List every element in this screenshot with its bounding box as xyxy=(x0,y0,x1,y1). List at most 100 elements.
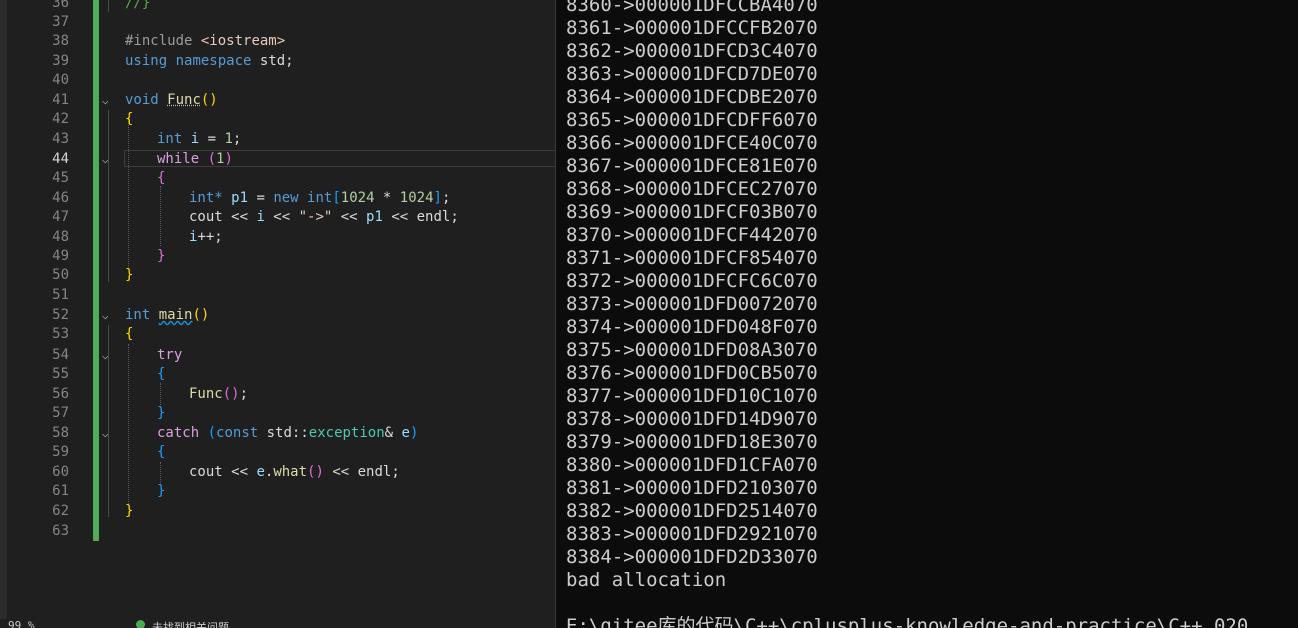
bracket: () xyxy=(192,307,210,323)
variable: p1 xyxy=(231,190,249,206)
code-line-43[interactable]: int i = 1; xyxy=(157,130,241,149)
line-number: 57 xyxy=(52,405,69,421)
variable: i xyxy=(256,209,265,225)
bracket: ( xyxy=(207,151,217,167)
console-output-line: 8383->000001DFD2921070 xyxy=(566,523,818,545)
identifier: std; xyxy=(259,53,294,69)
operator: << xyxy=(323,464,358,480)
fold-chevron-icon[interactable]: ⌵ xyxy=(102,91,109,110)
code-line-48[interactable]: i++; xyxy=(189,228,223,247)
operator: * xyxy=(374,190,400,206)
keyword: new xyxy=(273,190,299,206)
fold-chevron-icon[interactable]: ⌵ xyxy=(102,424,109,443)
code-line-49[interactable]: } xyxy=(157,247,165,266)
code-line-61[interactable]: } xyxy=(157,482,165,501)
line-number: 62 xyxy=(52,503,69,519)
code-line-58[interactable]: catch (const std::exception& e) xyxy=(157,424,418,443)
variable: e xyxy=(256,464,265,480)
console-output-line: 8381->000001DFD2103070 xyxy=(566,477,818,499)
console-output-line: 8382->000001DFD2514070 xyxy=(566,500,818,522)
editor-status-bar: 99 % 未找到相关问题 xyxy=(0,619,555,628)
console-output-line: 8376->000001DFD0CB5070 xyxy=(566,362,818,384)
code-line-45[interactable]: { xyxy=(157,169,165,188)
code-line-44[interactable]: while (1) xyxy=(157,150,233,169)
function-name: Func xyxy=(189,386,223,402)
line-number: 52 xyxy=(52,307,69,323)
indent-guide xyxy=(160,462,161,484)
punctuation: ; xyxy=(232,131,242,147)
code-line-50[interactable]: } xyxy=(125,266,133,285)
code-line-54[interactable]: try xyxy=(157,346,182,365)
code-line-39[interactable]: using namespace std; xyxy=(125,52,294,71)
issues-status-icon xyxy=(136,620,145,628)
code-line-60[interactable]: cout << e.what() << endl; xyxy=(189,463,400,482)
console-output-line: 8369->000001DFCF03B070 xyxy=(566,201,818,223)
line-number: 39 xyxy=(52,53,69,69)
indent-guide xyxy=(160,186,161,246)
fold-region-line xyxy=(108,0,109,12)
code-editor[interactable]: 36 37 38 39 40 41 42 43 44 45 46 47 48 49 50 51 52 53 54 55… xyxy=(0,0,555,628)
line-number: 49 xyxy=(52,248,69,264)
issues-status-text[interactable]: 未找到相关问题 xyxy=(152,619,229,628)
console-output-line: 8371->000001DFCF854070 xyxy=(566,247,818,269)
line-number: 54 xyxy=(52,347,69,363)
code-line-59[interactable]: { xyxy=(157,443,165,462)
number: 1 xyxy=(224,131,233,147)
console-output-line: 8380->000001DFD1CFA070 xyxy=(566,454,818,476)
line-number: 56 xyxy=(52,386,69,402)
code-line-47[interactable]: cout << i << "->" << p1 << endl; xyxy=(189,208,459,227)
operator: ++; xyxy=(197,229,223,245)
line-number: 41 xyxy=(52,92,69,108)
function-name: Func xyxy=(167,92,201,108)
console-output-line: E:\gitee库的代码\C++\cplusplus-knowledge-and… xyxy=(566,615,1249,628)
console-window[interactable]: 8360->000001DFCCBA4070 8361->000001DFCCFB… xyxy=(555,0,1298,628)
console-output-line: 8372->000001DFCFC6C070 xyxy=(566,270,818,292)
operator: :: xyxy=(291,425,309,441)
line-number: 50 xyxy=(52,267,69,283)
line-number: 40 xyxy=(52,72,69,88)
zoom-level[interactable]: 99 % xyxy=(8,619,35,628)
line-number: 44 xyxy=(52,151,69,167)
code-line-38[interactable]: #include <iostream> xyxy=(125,32,285,51)
number: 1024 xyxy=(340,190,375,206)
line-number: 37 xyxy=(52,14,69,30)
bracket: () xyxy=(222,386,240,402)
keyword: int* xyxy=(189,190,223,206)
code-line-62[interactable]: } xyxy=(125,502,133,521)
punctuation: ; xyxy=(239,386,249,402)
console-output-line: 8373->000001DFD0072070 xyxy=(566,293,818,315)
code-line-53[interactable]: { xyxy=(125,325,133,344)
code-line-42[interactable]: { xyxy=(125,110,133,129)
line-number: 43 xyxy=(52,131,69,147)
fold-chevron-icon[interactable]: ⌵ xyxy=(102,306,109,325)
fold-chevron-icon[interactable]: ⌵ xyxy=(102,346,109,365)
code-line-56[interactable]: Func(); xyxy=(189,385,248,404)
operator: << xyxy=(222,209,257,225)
code-line-57[interactable]: } xyxy=(157,404,165,423)
console-output-line: 8365->000001DFCDFF6070 xyxy=(566,109,818,131)
line-number: 63 xyxy=(52,523,69,539)
keyword: while xyxy=(157,151,200,167)
code-line-36[interactable]: //} xyxy=(125,0,150,13)
code-line-55[interactable]: { xyxy=(157,365,165,384)
code-line-46[interactable]: int* p1 = new int[1024 * 1024]; xyxy=(189,189,450,208)
line-number: 55 xyxy=(52,366,69,382)
keyword: try xyxy=(157,347,183,363)
line-number: 47 xyxy=(52,209,69,225)
console-output-line: 8363->000001DFCD7DE070 xyxy=(566,63,818,85)
console-output-line: 8364->000001DFCDBE2070 xyxy=(566,86,818,108)
keyword: int xyxy=(307,190,333,206)
bracket: () xyxy=(307,464,324,480)
bracket: () xyxy=(200,92,218,108)
line-number: 58 xyxy=(52,425,69,441)
code-line-52[interactable]: int main() xyxy=(125,306,209,325)
indent-guide xyxy=(160,383,161,405)
punctuation: ; xyxy=(391,464,400,480)
fold-chevron-icon[interactable]: ⌵ xyxy=(102,150,109,169)
keyword: int xyxy=(157,131,183,147)
line-number: 59 xyxy=(52,444,69,460)
operator: & xyxy=(384,425,394,441)
code-line-41[interactable]: void Func() xyxy=(125,91,218,110)
keyword: catch xyxy=(157,425,200,441)
change-indicator-bar xyxy=(93,0,99,541)
